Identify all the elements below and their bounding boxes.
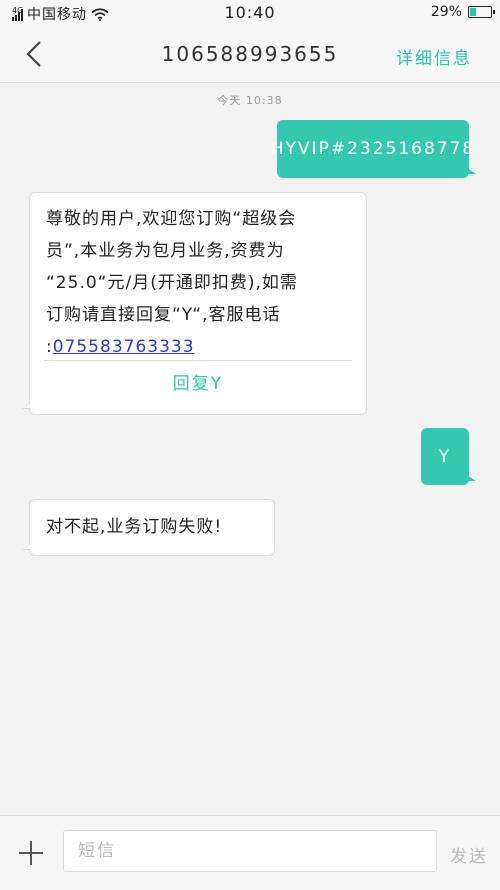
status-bar: 4G 中国移动 10:40 29% xyxy=(0,0,500,26)
message-line: 尊敬的用户,欢迎您订购“超级会 xyxy=(46,209,297,229)
message-text: 尊敬的用户,欢迎您订购“超级会 员”,本业务为包月业务,资费为 “25.0“元/… xyxy=(30,193,366,363)
plus-icon[interactable] xyxy=(16,838,46,868)
outgoing-message[interactable]: HYVIP#2325168778 xyxy=(271,120,476,178)
clock: 10:40 xyxy=(224,3,276,22)
details-button[interactable]: 详细信息 xyxy=(396,44,472,69)
incoming-message[interactable]: 对不起,业务订购失败! xyxy=(22,499,275,556)
battery-percent: 29% xyxy=(430,4,462,20)
status-right: 29% xyxy=(430,4,495,20)
message-timestamp: 今天 10:38 xyxy=(217,94,283,107)
message-line: 员”,本业务为包月业务,资费为 xyxy=(46,241,285,261)
phone-prefix: : xyxy=(46,337,53,357)
outgoing-message[interactable]: Y xyxy=(421,428,476,485)
battery-icon xyxy=(468,6,495,18)
divider xyxy=(44,360,352,361)
message-line: “25.0“元/月(开通即扣费),如需 xyxy=(46,273,298,293)
composer-bar: 发送 xyxy=(0,815,500,890)
message-text: Y xyxy=(438,446,452,467)
message-input[interactable] xyxy=(63,830,437,872)
conversation-header: 106588993655 详细信息 xyxy=(0,26,500,83)
incoming-message[interactable]: 尊敬的用户,欢迎您订购“超级会 员”,本业务为包月业务,资费为 “25.0“元/… xyxy=(22,192,367,415)
message-text: HYVIP#2325168778 xyxy=(270,139,476,159)
message-line: :075583763333 xyxy=(46,331,350,363)
send-button[interactable]: 发送 xyxy=(450,842,488,867)
phone-link[interactable]: 075583763333 xyxy=(53,337,195,357)
message-line: 订购请直接回复“Y“,客服电话 xyxy=(46,305,281,325)
message-text: 对不起,业务订购失败! xyxy=(46,517,223,537)
quick-reply-button[interactable]: 回复Y xyxy=(30,369,366,394)
